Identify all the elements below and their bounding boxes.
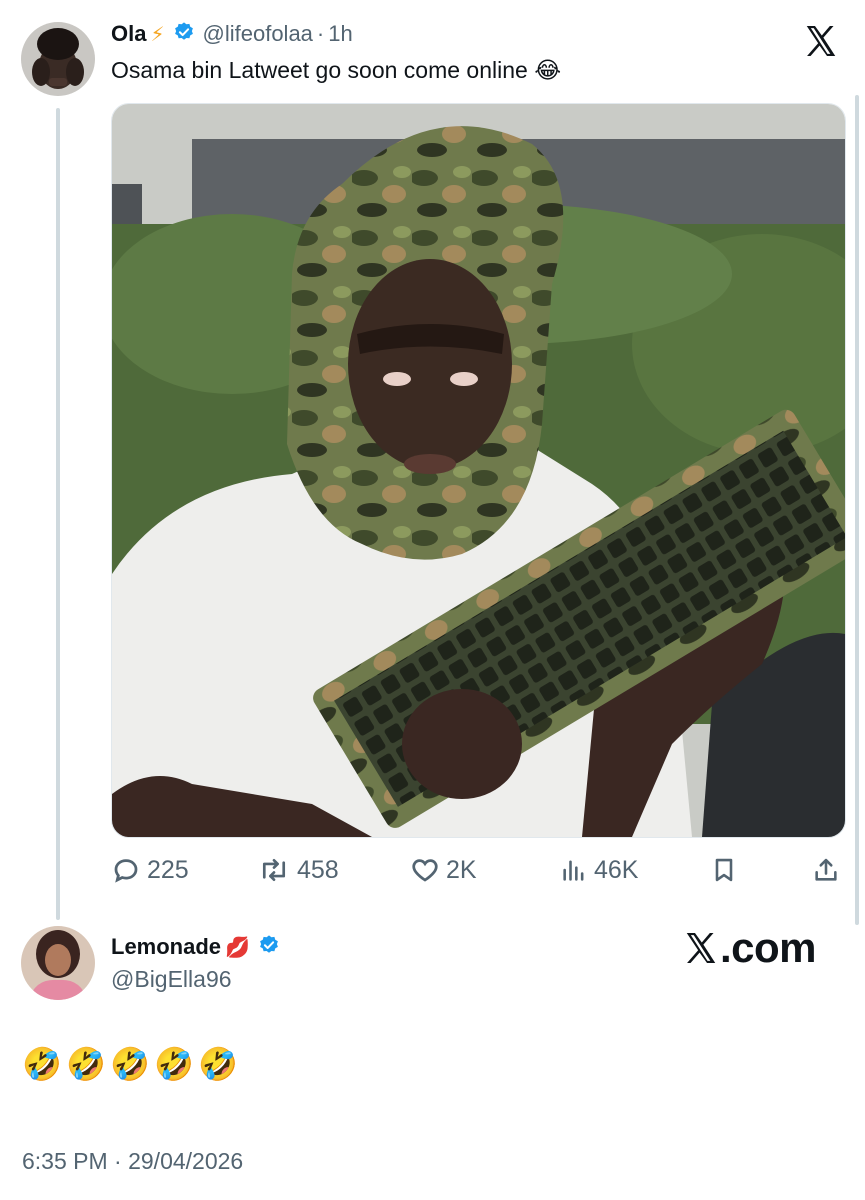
tweet-time[interactable]: 1h [328, 21, 352, 47]
scrollbar[interactable] [855, 95, 859, 925]
laughing-emoji-icon: 😂 [534, 57, 562, 83]
reply-timestamp[interactable]: 6:35 PM · 29/04/2026 [22, 1148, 243, 1175]
like-button[interactable]: 2K [410, 852, 477, 888]
reply-header: Lemonade 💋 [111, 930, 280, 964]
bookmark-icon [715, 858, 733, 882]
reply-text: 🤣 🤣 🤣 🤣 🤣 [22, 1046, 238, 1082]
share-button[interactable] [812, 852, 840, 888]
kiss-emoji-icon: 💋 [225, 936, 250, 959]
x-com-watermark: .com [682, 924, 817, 972]
reply-author-handle[interactable]: @BigElla96 [111, 966, 232, 993]
tweet-author-handle[interactable]: @lifeofolaa [203, 21, 313, 47]
reply-icon [114, 859, 138, 883]
photo-illustration [112, 104, 845, 837]
thread-connector-line [56, 108, 60, 920]
views-button[interactable]: 46K [560, 852, 638, 888]
watermark-text: .com [720, 924, 817, 971]
view-count: 46K [594, 855, 639, 884]
repost-icon [262, 858, 286, 882]
tweet-text-body: Osama bin Latweet go soon come online [111, 57, 528, 83]
tweet-author-avatar[interactable] [21, 22, 95, 96]
analytics-bars-icon [563, 860, 584, 881]
reply-author-avatar[interactable] [21, 926, 95, 1000]
rolling-laughing-emoji-icon: 🤣 [154, 1046, 194, 1082]
reply-count: 225 [147, 855, 189, 884]
tweet-header: Ola ⚡ @lifeofolaa · 1h [111, 18, 353, 50]
heart-icon [412, 859, 438, 882]
tweet-author-name[interactable]: Ola [111, 21, 146, 47]
share-icon [815, 858, 837, 881]
reply-author-name[interactable]: Lemonade [111, 934, 221, 960]
verified-badge-icon [258, 934, 280, 961]
bookmark-button[interactable] [710, 852, 738, 888]
reply-button[interactable]: 225 [111, 852, 189, 888]
lightning-emoji-icon: ⚡ [150, 23, 165, 46]
tweet-media-photo[interactable] [111, 103, 846, 838]
rolling-laughing-emoji-icon: 🤣 [22, 1046, 62, 1082]
x-logo-icon [686, 932, 716, 964]
tweet-text: Osama bin Latweet go soon come online 😂 [111, 57, 561, 84]
like-count: 2K [446, 855, 477, 884]
rolling-laughing-emoji-icon: 🤣 [198, 1046, 238, 1082]
verified-badge-icon [173, 21, 195, 48]
repost-button[interactable]: 458 [257, 852, 339, 888]
rolling-laughing-emoji-icon: 🤣 [66, 1046, 106, 1082]
x-logo-icon[interactable] [802, 22, 840, 60]
header-separator: · [316, 21, 325, 46]
rolling-laughing-emoji-icon: 🤣 [110, 1046, 150, 1082]
repost-count: 458 [297, 855, 339, 884]
